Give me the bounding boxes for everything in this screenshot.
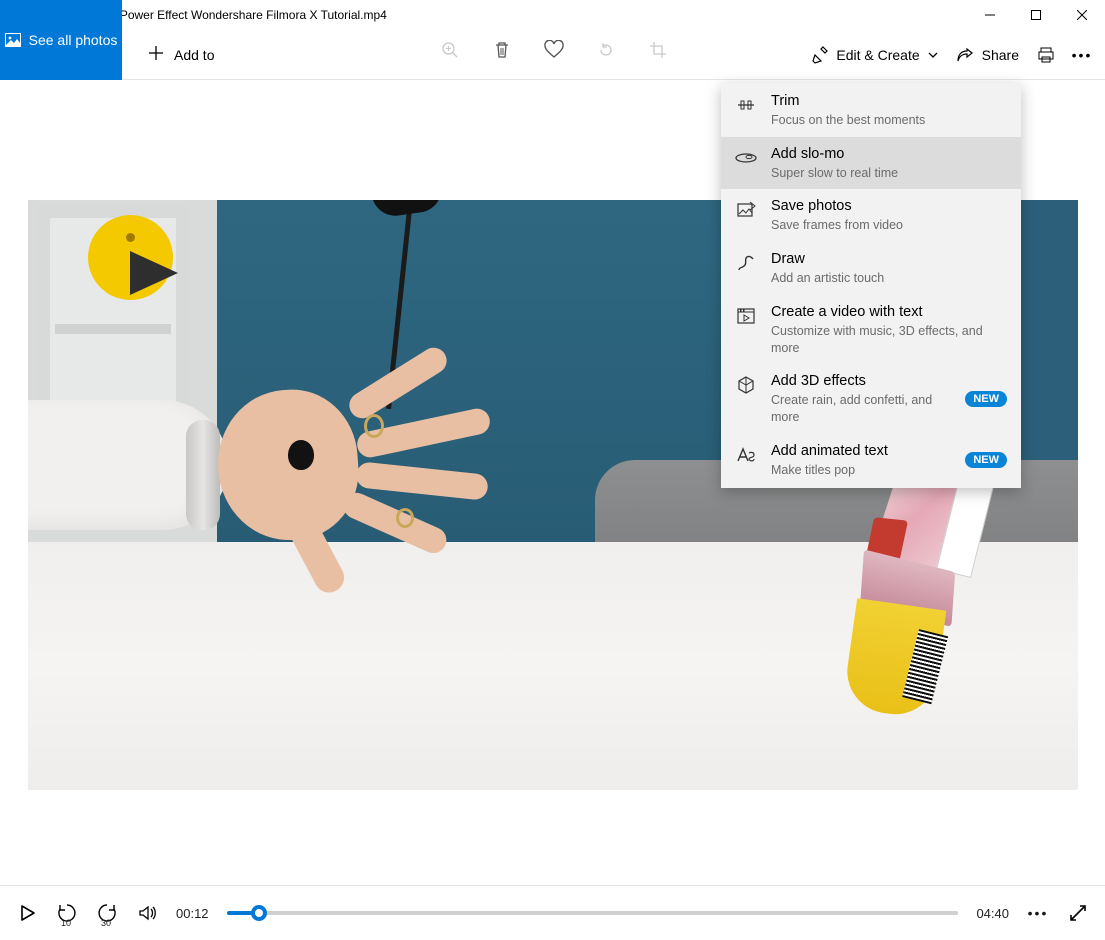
menu-item-3d-effects[interactable]: Add 3D effects Create rain, add confetti… (721, 364, 1021, 434)
plus-icon (148, 45, 164, 64)
print-button[interactable] (1037, 46, 1055, 64)
save-photos-icon (735, 199, 757, 221)
skip-back-label: 10 (61, 918, 71, 928)
menu-item-video-text[interactable]: Create a video with text Customize with … (721, 295, 1021, 365)
close-button[interactable] (1059, 0, 1105, 30)
menu-item-save-photos[interactable]: Save photos Save frames from video (721, 189, 1021, 242)
share-label: Share (982, 47, 1019, 63)
minimize-button[interactable] (967, 0, 1013, 30)
titlebar: Photos - Telekinesis Power Effect Wonder… (0, 0, 1105, 30)
rotate-button[interactable] (596, 40, 616, 60)
see-all-photos-button[interactable]: See all photos (0, 0, 122, 80)
edit-create-icon (810, 46, 828, 64)
menu-item-sub: Super slow to real time (771, 165, 1007, 182)
share-button[interactable]: Share (956, 46, 1019, 64)
favorite-button[interactable] (544, 40, 564, 60)
maximize-button[interactable] (1013, 0, 1059, 30)
window-controls (967, 0, 1105, 30)
animated-text-icon (735, 444, 757, 466)
share-icon (956, 46, 974, 64)
zoom-in-button[interactable] (440, 40, 460, 60)
edit-create-label: Edit & Create (836, 47, 919, 63)
chevron-down-icon (928, 47, 938, 63)
draw-icon (735, 252, 757, 274)
skip-forward-button[interactable]: 30 (96, 902, 118, 924)
menu-item-sub: Save frames from video (771, 217, 1007, 234)
menu-item-sub: Make titles pop (771, 462, 951, 479)
crop-button[interactable] (648, 40, 668, 60)
menu-item-title: Add slo-mo (771, 145, 1007, 164)
edit-create-button[interactable]: Edit & Create (810, 46, 937, 64)
menu-item-sub: Focus on the best moments (771, 112, 1007, 129)
add-to-label: Add to (174, 47, 214, 63)
skip-forward-label: 30 (101, 918, 111, 928)
video-text-icon (735, 305, 757, 327)
menu-item-title: Add 3D effects (771, 372, 951, 391)
menu-item-sub: Customize with music, 3D effects, and mo… (771, 323, 1007, 357)
menu-item-sub: Create rain, add confetti, and more (771, 392, 951, 426)
add-to-button[interactable]: Add to (134, 30, 228, 80)
menu-item-animated-text[interactable]: Add animated text Make titles pop NEW (721, 434, 1021, 487)
slomo-icon (735, 147, 757, 169)
menu-item-title: Add animated text (771, 442, 951, 461)
fullscreen-button[interactable] (1067, 902, 1089, 924)
toolbar-right: Edit & Create Share ••• (810, 46, 1105, 64)
menu-item-draw[interactable]: Draw Add an artistic touch (721, 242, 1021, 295)
menu-item-title: Create a video with text (771, 303, 1007, 322)
time-duration: 04:40 (976, 906, 1009, 921)
edit-create-menu: Trim Focus on the best moments Add slo-m… (721, 83, 1021, 488)
play-button[interactable] (16, 902, 38, 924)
3d-effects-icon (735, 374, 757, 396)
toolbar: See all photos Add to (0, 30, 1105, 80)
player-more-button[interactable]: ••• (1027, 902, 1049, 924)
volume-button[interactable] (136, 902, 158, 924)
skip-back-button[interactable]: 10 (56, 902, 78, 924)
seek-bar[interactable] (227, 911, 959, 915)
trim-icon (735, 94, 757, 116)
player-bar: 10 30 00:12 04:40 ••• (0, 885, 1105, 940)
toolbar-center (440, 40, 668, 60)
menu-item-title: Draw (771, 250, 1007, 269)
time-current: 00:12 (176, 906, 209, 921)
menu-item-sub: Add an artistic touch (771, 270, 1007, 287)
seek-thumb[interactable] (251, 905, 267, 921)
new-badge: NEW (965, 452, 1007, 468)
menu-item-trim[interactable]: Trim Focus on the best moments (721, 84, 1021, 137)
new-badge: NEW (965, 391, 1007, 407)
menu-item-slomo[interactable]: Add slo-mo Super slow to real time (721, 137, 1021, 190)
delete-button[interactable] (492, 40, 512, 60)
photo-icon (5, 32, 21, 48)
menu-item-title: Save photos (771, 197, 1007, 216)
menu-item-title: Trim (771, 92, 1007, 111)
more-button[interactable]: ••• (1073, 46, 1091, 64)
see-all-photos-label: See all photos (29, 32, 118, 48)
